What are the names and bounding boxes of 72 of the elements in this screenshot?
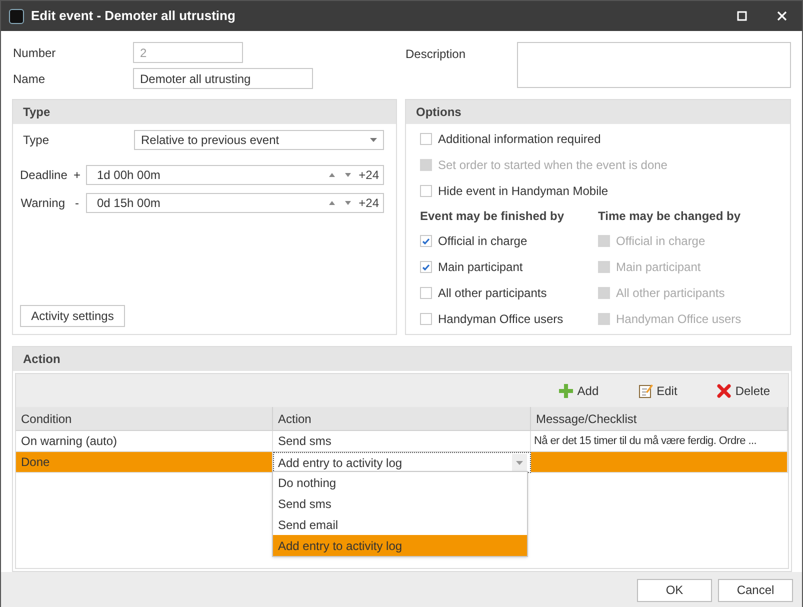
app-icon xyxy=(9,8,24,24)
checkbox-label: All other participants xyxy=(438,285,547,302)
down-arrow-icon[interactable] xyxy=(344,201,351,205)
field-label: Warning xyxy=(20,195,66,212)
check-icon xyxy=(422,238,430,244)
column-header[interactable]: Condition xyxy=(16,407,273,430)
offset-label: +24 xyxy=(358,167,379,184)
field-label: Deadline xyxy=(20,167,68,184)
checkbox[interactable] xyxy=(420,261,432,273)
caret-icon xyxy=(516,460,523,464)
column-header[interactable]: Message/Checklist xyxy=(531,407,788,430)
checkbox-label: Handyman Office users xyxy=(616,311,742,328)
dialog-button[interactable]: Cancel xyxy=(718,578,793,602)
type-dropdown[interactable]: Relative to previous event xyxy=(134,130,384,150)
checkbox-label: All other participants xyxy=(616,285,725,302)
field-label: Type xyxy=(22,132,50,149)
sign-label: - xyxy=(74,195,80,212)
check-icon xyxy=(422,264,430,270)
up-arrow-icon[interactable] xyxy=(328,201,335,205)
table-row[interactable]: On warning (auto) Send sms Nå er det 15 timer til du må være ferdig. Ordre ... xyxy=(16,431,788,452)
checkbox-label: Set order to started when the event is done xyxy=(438,157,668,174)
toolbar-button[interactable]: Delete xyxy=(717,382,770,400)
plus-icon xyxy=(559,384,574,398)
close-icon xyxy=(777,11,787,21)
checkbox[interactable] xyxy=(420,133,432,145)
checkbox[interactable] xyxy=(420,235,432,247)
field-label: Name xyxy=(12,70,46,88)
checkbox-label: Main participant xyxy=(616,259,701,276)
checkbox[interactable] xyxy=(420,287,432,299)
down-arrow-icon[interactable] xyxy=(344,173,351,177)
time-spin-field[interactable]: 0d 15h 00m +24 xyxy=(86,193,384,213)
group-title: Time may be changed by xyxy=(598,208,742,225)
toolbar-button[interactable]: Add xyxy=(559,382,599,400)
maximize-icon xyxy=(737,11,747,21)
field-label: Number xyxy=(12,44,57,62)
offset-label: +24 xyxy=(358,195,379,212)
window-title: Edit event - Demoter all utrusting xyxy=(31,7,236,26)
name-field[interactable]: Demoter all utrusting xyxy=(133,68,313,89)
dropdown-item[interactable]: Add entry to activity log xyxy=(273,535,527,556)
table-cell: Send sms xyxy=(273,431,531,451)
checkbox[interactable] xyxy=(420,313,432,325)
table-cell: On warning (auto) xyxy=(16,431,273,451)
sign-label: + xyxy=(72,167,82,184)
activity-settings-button[interactable]: Activity settings xyxy=(20,305,125,327)
dialog-button[interactable]: OK xyxy=(637,578,712,602)
dropdown-button[interactable] xyxy=(512,454,527,471)
checkbox-label: Additional information required xyxy=(438,131,601,148)
table-row[interactable]: Done Add entry to activity log xyxy=(16,452,788,473)
panel-title: Type xyxy=(23,104,50,121)
time-spin-field[interactable]: 1d 00h 00m +24 xyxy=(86,165,384,185)
table-cell: Nå er det 15 timer til du må være ferdig. Ordre ... xyxy=(531,431,788,451)
toolbar-button[interactable]: Edit xyxy=(638,382,678,400)
checkbox[interactable] xyxy=(420,185,432,197)
field-label: Description xyxy=(404,46,467,63)
panel-title: Action xyxy=(23,351,60,368)
dropdown-item[interactable]: Send email xyxy=(273,514,527,535)
notepad-pencil-icon xyxy=(638,383,653,398)
panel-title: Options xyxy=(416,104,462,121)
action-combobox[interactable]: Add entry to activity log xyxy=(273,452,531,473)
checkbox-label: Handyman Office users xyxy=(438,311,564,328)
column-header[interactable]: Action xyxy=(273,407,531,430)
description-field[interactable] xyxy=(517,42,792,88)
checkbox-label: Official in charge xyxy=(438,233,528,250)
checkbox-label: Main participant xyxy=(438,259,523,276)
up-arrow-icon[interactable] xyxy=(328,173,335,177)
checkbox-label: Official in charge xyxy=(616,233,706,250)
dropdown-item[interactable]: Send sms xyxy=(273,493,527,514)
caret-icon xyxy=(370,138,377,142)
group-title: Event may be finished by xyxy=(420,208,566,225)
checkbox-label: Hide event in Handyman Mobile xyxy=(438,183,608,200)
dropdown-item[interactable]: Do nothing xyxy=(273,472,527,493)
delete-icon xyxy=(717,384,732,398)
